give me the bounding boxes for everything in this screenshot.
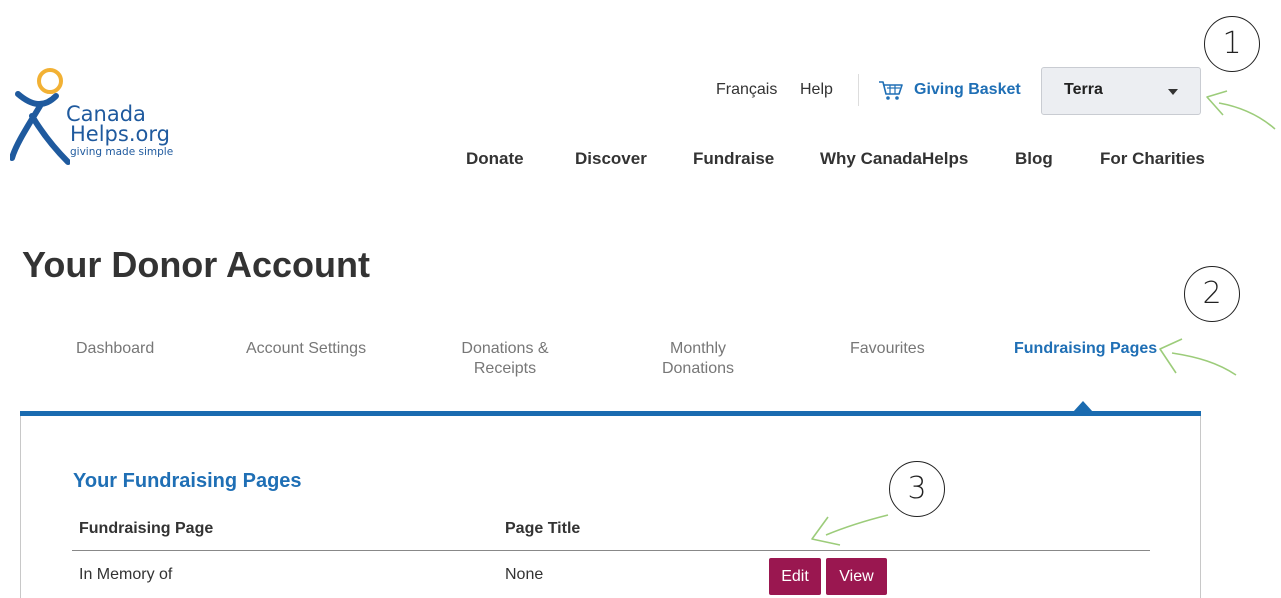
giving-basket-link[interactable]: Giving Basket bbox=[878, 79, 1021, 101]
help-link[interactable]: Help bbox=[800, 79, 833, 101]
section-title: Your Fundraising Pages bbox=[73, 470, 302, 492]
page-title: Your Donor Account bbox=[22, 244, 370, 285]
annotation-circle-2: 2 bbox=[1184, 266, 1240, 322]
nav-donate[interactable]: Donate bbox=[466, 148, 524, 170]
table-header-divider bbox=[72, 550, 1150, 551]
tab-account-settings[interactable]: Account Settings bbox=[246, 339, 366, 359]
utility-divider bbox=[858, 74, 859, 106]
account-name: Terra bbox=[1064, 81, 1103, 98]
canadahelps-logo[interactable]: Canada Helps.org giving made simple bbox=[10, 66, 210, 166]
caret-down-icon bbox=[1168, 89, 1178, 95]
tab-monthly-line2: Donations bbox=[661, 360, 735, 377]
edit-button[interactable]: Edit bbox=[769, 558, 821, 595]
nav-for-charities[interactable]: For Charities bbox=[1100, 148, 1205, 170]
nav-why-canadahelps[interactable]: Why CanadaHelps bbox=[820, 148, 968, 170]
annotation-arrow-2-icon bbox=[1159, 338, 1237, 376]
logo-figure-icon bbox=[10, 68, 70, 165]
annotation-circle-1: 1 bbox=[1204, 16, 1260, 72]
shopping-cart-icon bbox=[879, 81, 903, 100]
annotation-circle-3: 3 bbox=[889, 461, 945, 517]
tab-favourites[interactable]: Favourites bbox=[850, 339, 925, 359]
annotation-arrow-3-icon bbox=[811, 514, 889, 546]
tab-donations-line2: Receipts bbox=[473, 360, 537, 377]
row-page-title: None bbox=[505, 566, 544, 583]
tab-donations-line1: Donations & bbox=[461, 340, 549, 357]
view-button[interactable]: View bbox=[826, 558, 887, 595]
tab-donations-receipts[interactable]: Donations & Receipts bbox=[457, 339, 553, 379]
nav-fundraise[interactable]: Fundraise bbox=[693, 148, 774, 170]
logo-text-helps: Helps.org bbox=[70, 122, 170, 146]
nav-blog[interactable]: Blog bbox=[1015, 148, 1053, 170]
giving-basket-label: Giving Basket bbox=[914, 81, 1021, 98]
language-link[interactable]: Français bbox=[716, 79, 777, 101]
tab-fundraising-pages[interactable]: Fundraising Pages bbox=[1014, 339, 1157, 359]
nav-discover[interactable]: Discover bbox=[575, 148, 647, 170]
tab-monthly-donations[interactable]: Monthly Donations bbox=[655, 339, 741, 379]
tab-monthly-line1: Monthly bbox=[669, 340, 727, 357]
content-panel bbox=[20, 416, 1201, 598]
tab-dashboard[interactable]: Dashboard bbox=[76, 339, 154, 359]
column-header-page-title: Page Title bbox=[505, 520, 581, 537]
logo-tagline: giving made simple bbox=[70, 146, 174, 158]
row-fundraising-page: In Memory of bbox=[79, 566, 173, 583]
column-header-fundraising-page: Fundraising Page bbox=[79, 520, 214, 537]
account-dropdown[interactable]: Terra bbox=[1041, 67, 1201, 115]
annotation-arrow-1-icon bbox=[1206, 90, 1276, 130]
